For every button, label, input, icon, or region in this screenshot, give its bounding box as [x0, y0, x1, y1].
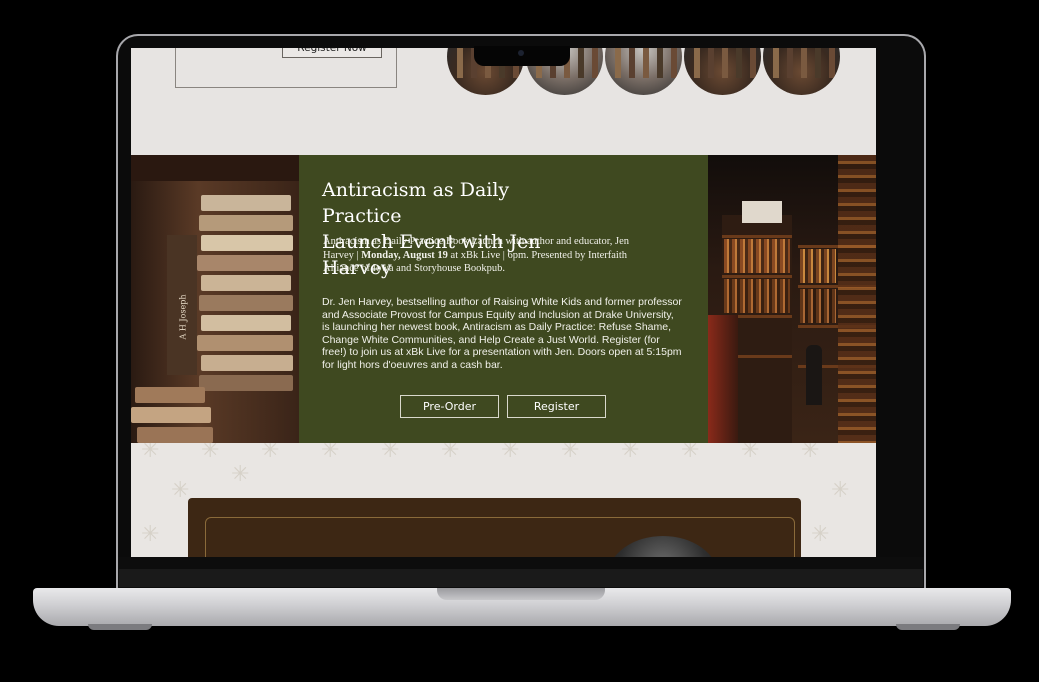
launch-event-feature: A H Joseph Antiracism as Daily Practice … — [131, 155, 876, 443]
camera-notch — [474, 46, 570, 66]
event-intro: Antiracism as Daily Practice Book Launch… — [323, 235, 643, 276]
laptop-foot-left — [88, 624, 152, 630]
event-title-line1: Antiracism as Daily Practice — [322, 179, 510, 227]
register-button[interactable]: Register — [507, 395, 606, 418]
events-section-bottom: ✳ ✳ ✳ ✳ ✳ ✳ ✳ ✳ ✳ ✳ ✳ ✳ ✳ ✳ ✳ ✳ ✳ — [131, 443, 876, 557]
stacked-books-photo: A H Joseph — [131, 155, 299, 443]
event-description: Dr. Jen Harvey, bestselling author of Ra… — [322, 296, 682, 371]
circle-photo-3 — [605, 48, 682, 95]
camera-icon — [518, 50, 524, 56]
event-card: Register Now — [175, 48, 397, 88]
event-date: Monday, August 19 — [361, 249, 448, 261]
circle-photo-4 — [684, 48, 761, 95]
hinge — [119, 569, 923, 587]
trackpad-notch — [437, 588, 605, 600]
circle-photo-5 — [763, 48, 840, 95]
laptop-foot-right — [896, 624, 960, 630]
library-shelves-photo — [708, 155, 876, 443]
dark-feature-card — [188, 498, 801, 557]
browser-viewport: Register Now A H Joseph Antiracism as Da… — [131, 48, 876, 557]
book-spine-label: A H Joseph — [178, 294, 188, 340]
pre-order-button[interactable]: Pre-Order — [400, 395, 499, 418]
register-now-button[interactable]: Register Now — [282, 48, 382, 58]
